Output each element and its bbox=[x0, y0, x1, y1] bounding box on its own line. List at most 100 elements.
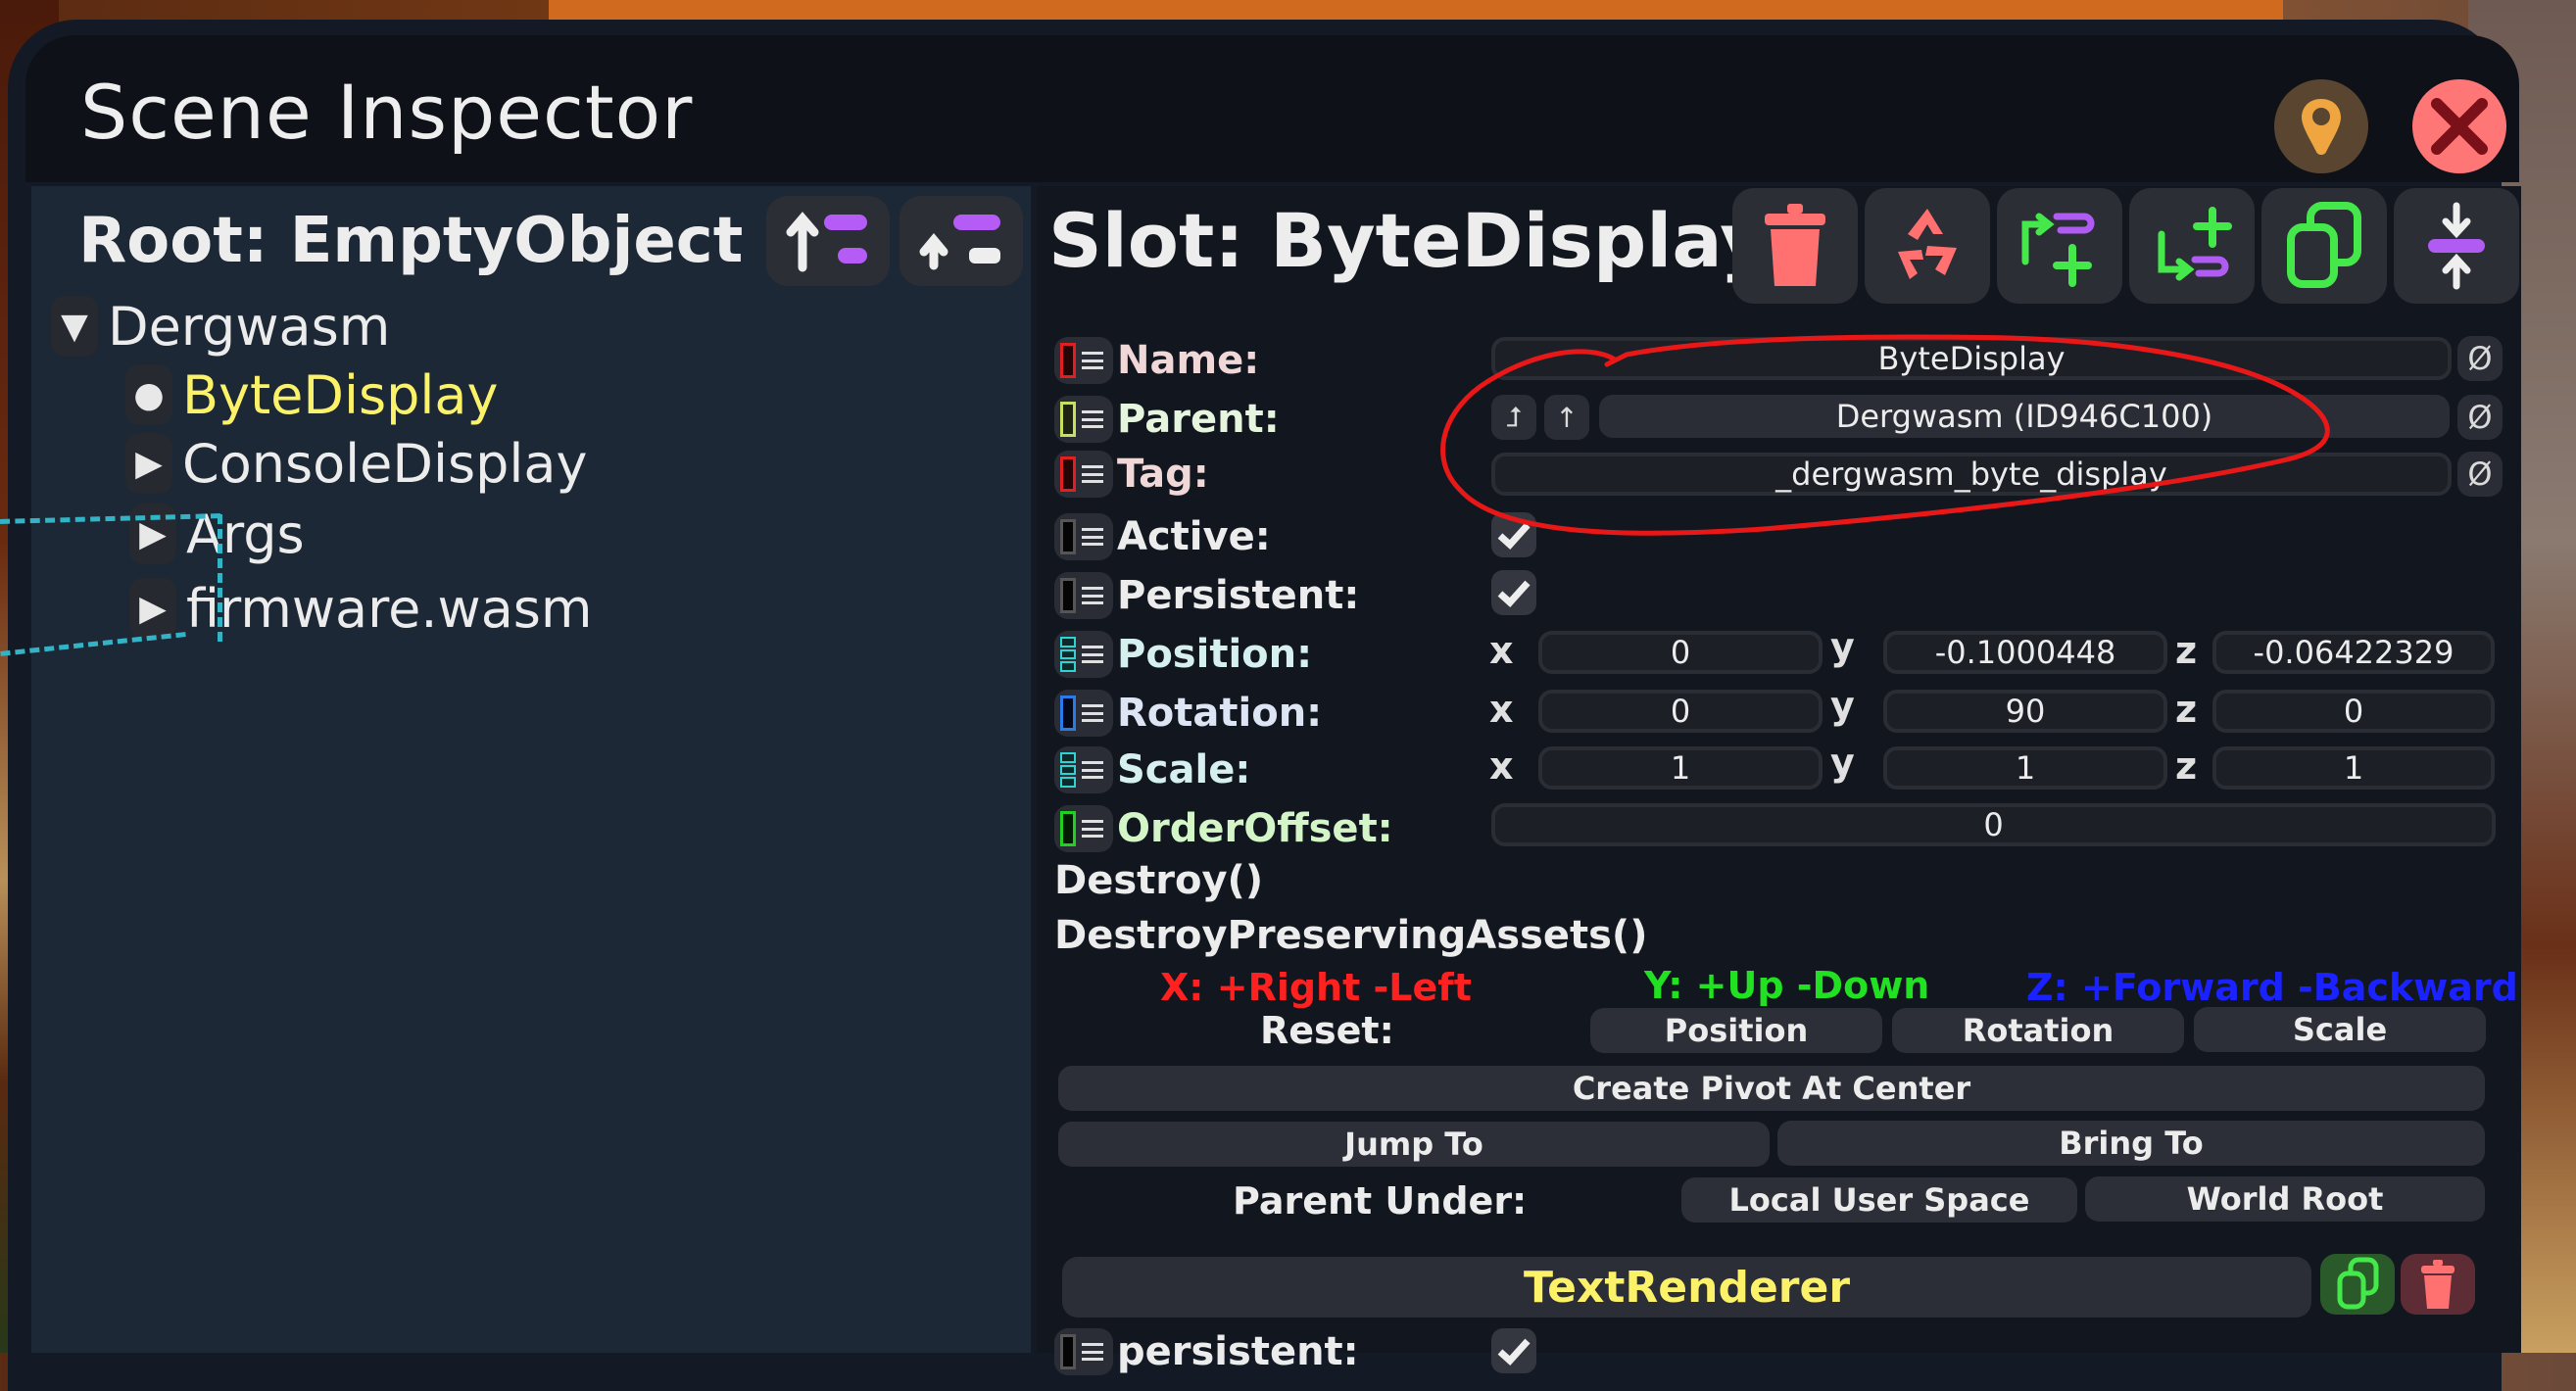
level-up-button[interactable] bbox=[899, 196, 1023, 286]
collapse-toggle-icon[interactable]: ▼ bbox=[51, 296, 98, 357]
drive-indicator[interactable] bbox=[1054, 690, 1113, 737]
jump-to-button[interactable]: Jump To bbox=[1058, 1122, 1770, 1167]
vector-swatch-icon bbox=[1060, 752, 1076, 789]
name-input[interactable]: ByteDisplay bbox=[1491, 337, 2452, 380]
axis-legend-z: Z: +Forward -Backward bbox=[2026, 966, 2518, 1009]
checkmark-icon bbox=[1497, 1338, 1531, 1366]
duplicate-component-button[interactable] bbox=[2320, 1254, 2395, 1315]
gizmo-dashed-line bbox=[218, 514, 222, 642]
close-button[interactable] bbox=[2412, 79, 2506, 173]
tree-item-label[interactable]: Dergwasm bbox=[108, 296, 390, 358]
destroy-preserving-assets-button[interactable] bbox=[1865, 188, 1990, 304]
parent-local-user-space-button[interactable]: Local User Space bbox=[1681, 1177, 2077, 1223]
active-checkbox[interactable] bbox=[1491, 512, 1536, 557]
tree-item-selected[interactable]: ● ByteDisplay bbox=[125, 360, 498, 429]
scale-y-input[interactable]: 1 bbox=[1883, 746, 2167, 790]
reset-rotation-button[interactable]: Rotation bbox=[1892, 1008, 2184, 1053]
persistent-checkbox[interactable] bbox=[1491, 570, 1536, 615]
position-x-input[interactable]: 0 bbox=[1538, 631, 1823, 674]
field-label: Scale: bbox=[1117, 747, 1251, 792]
axis-label-y: y bbox=[1830, 684, 1855, 727]
destroy-button[interactable] bbox=[1732, 188, 1858, 304]
drive-indicator[interactable] bbox=[1054, 1328, 1113, 1375]
axis-label-y: y bbox=[1830, 625, 1855, 668]
parent-world-root-button[interactable]: World Root bbox=[2085, 1176, 2485, 1222]
null-parent-button[interactable]: Ø bbox=[2457, 395, 2503, 440]
rotation-x-input[interactable]: 0 bbox=[1538, 690, 1823, 733]
menu-icon bbox=[1082, 1343, 1103, 1361]
drive-indicator[interactable] bbox=[1054, 746, 1113, 793]
root-up-button[interactable] bbox=[766, 196, 890, 286]
hierarchy-panel: Root: EmptyObject ▼ Dergwasm ● ByteDispl… bbox=[31, 186, 1031, 1353]
insert-parent-button[interactable] bbox=[1997, 188, 2122, 304]
trash-icon bbox=[1765, 204, 1825, 286]
slot-inspector-panel: Slot: ByteDisplay Name: ByteDisplay Ø Pa… bbox=[1037, 186, 2521, 1375]
duplicate-button[interactable] bbox=[2261, 188, 2387, 304]
drive-indicator[interactable] bbox=[1054, 631, 1113, 678]
axis-label-y: y bbox=[1830, 741, 1855, 784]
drive-indicator[interactable] bbox=[1054, 451, 1113, 498]
menu-icon bbox=[1082, 646, 1103, 663]
field-rotation: Rotation: bbox=[1054, 688, 1322, 739]
tree-item[interactable]: ▼ Dergwasm bbox=[51, 292, 390, 360]
menu-icon bbox=[1082, 761, 1103, 779]
title-bar: Scene Inspector bbox=[25, 35, 2519, 182]
reset-scale-button[interactable]: Scale bbox=[2194, 1007, 2486, 1052]
window-title: Scene Inspector bbox=[80, 69, 694, 156]
menu-icon bbox=[1082, 465, 1103, 483]
tree-item-label[interactable]: ByteDisplay bbox=[182, 364, 498, 426]
duplicate-icon bbox=[2337, 1257, 2379, 1310]
expand-toggle-icon[interactable]: ▶ bbox=[125, 433, 172, 494]
field-label: Position: bbox=[1117, 632, 1313, 677]
type-swatch-icon bbox=[1060, 402, 1076, 437]
select-parent-button[interactable]: ↑ bbox=[1544, 395, 1589, 440]
expand-toggle-icon[interactable]: ▶ bbox=[129, 504, 176, 564]
menu-icon bbox=[1082, 528, 1103, 546]
destroy-preserving-assets-method-button[interactable]: DestroyPreservingAssets() bbox=[1054, 913, 1647, 958]
reset-position-button[interactable]: Position bbox=[1590, 1008, 1882, 1053]
create-pivot-button[interactable]: Create Pivot At Center bbox=[1058, 1066, 2485, 1111]
destroy-method-button[interactable]: Destroy() bbox=[1054, 858, 1263, 903]
null-name-button[interactable]: Ø bbox=[2457, 336, 2503, 381]
position-y-input[interactable]: -0.1000448 bbox=[1883, 631, 2167, 674]
drive-indicator[interactable] bbox=[1054, 805, 1113, 852]
rotation-z-input[interactable]: 0 bbox=[2212, 690, 2495, 733]
open-parent-button[interactable]: ⮥ bbox=[1491, 395, 1536, 440]
expand-toggle-icon[interactable]: ▶ bbox=[129, 578, 176, 639]
tag-input[interactable]: _dergwasm_byte_display bbox=[1491, 453, 2452, 496]
null-tag-button[interactable]: Ø bbox=[2457, 452, 2503, 497]
axis-label-z: z bbox=[2175, 629, 2198, 672]
axis-label-z: z bbox=[2175, 688, 2198, 731]
drive-indicator[interactable] bbox=[1054, 396, 1113, 443]
drive-indicator[interactable] bbox=[1054, 337, 1113, 384]
type-swatch-icon bbox=[1060, 343, 1076, 378]
field-label: OrderOffset: bbox=[1117, 806, 1393, 851]
drive-indicator[interactable] bbox=[1054, 572, 1113, 619]
tree-item-label[interactable]: firmware.wasm bbox=[186, 578, 593, 640]
field-active: Active: bbox=[1054, 511, 1271, 562]
drive-indicator[interactable] bbox=[1054, 513, 1113, 560]
parent-reference-field[interactable]: Dergwasm (ID946C100) bbox=[1599, 395, 2450, 438]
bring-to-button[interactable]: Bring To bbox=[1777, 1121, 2485, 1166]
rotation-y-input[interactable]: 90 bbox=[1883, 690, 2167, 733]
reset-label: Reset: bbox=[1260, 1009, 1394, 1052]
tree-item-label[interactable]: ConsoleDisplay bbox=[182, 433, 587, 495]
order-offset-input[interactable]: 0 bbox=[1491, 803, 2496, 846]
component-header-textrenderer[interactable]: TextRenderer bbox=[1062, 1257, 2311, 1318]
field-name: Name: bbox=[1054, 335, 1259, 386]
add-child-button[interactable] bbox=[2129, 188, 2255, 304]
duplicate-icon bbox=[2287, 202, 2361, 288]
tree-item-label[interactable]: Args bbox=[186, 504, 305, 565]
scale-z-input[interactable]: 1 bbox=[2212, 746, 2495, 790]
compress-button[interactable] bbox=[2394, 188, 2519, 304]
field-label: Persistent: bbox=[1117, 573, 1360, 618]
locate-button[interactable] bbox=[2274, 79, 2368, 173]
field-label: Name: bbox=[1117, 338, 1260, 383]
position-z-input[interactable]: -0.06422329 bbox=[2212, 631, 2495, 674]
component-persistent-checkbox[interactable] bbox=[1491, 1328, 1536, 1373]
scale-x-input[interactable]: 1 bbox=[1538, 746, 1823, 790]
tree-item[interactable]: ▶ ConsoleDisplay bbox=[125, 429, 587, 498]
tree-item[interactable]: ▶ firmware.wasm bbox=[129, 574, 593, 643]
type-swatch-icon bbox=[1060, 811, 1076, 846]
remove-component-button[interactable] bbox=[2401, 1254, 2475, 1315]
